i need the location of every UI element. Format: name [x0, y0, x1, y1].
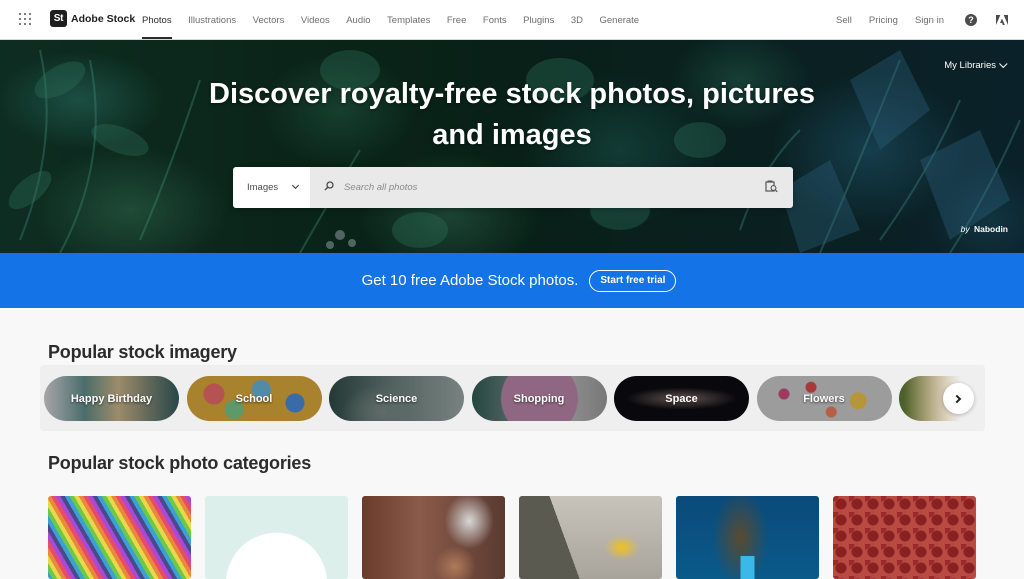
- account-links: Sell Pricing Sign in ?: [836, 0, 1008, 40]
- tab-photos[interactable]: Photos: [142, 0, 172, 40]
- top-navigation: St Adobe Stock Photos Illustrations Vect…: [0, 0, 1024, 40]
- chevron-right-icon: [952, 394, 962, 403]
- category-card-rainbow-paper[interactable]: [48, 496, 191, 579]
- logo-text: Adobe Stock: [71, 12, 136, 25]
- adobe-stock-logo[interactable]: St Adobe Stock: [50, 10, 135, 27]
- tab-audio[interactable]: Audio: [346, 0, 370, 40]
- carousel-next-button[interactable]: [943, 383, 974, 414]
- pill-space[interactable]: Space: [614, 376, 749, 421]
- pill-happy-birthday[interactable]: Happy Birthday: [44, 376, 179, 421]
- sell-link[interactable]: Sell: [836, 15, 852, 26]
- asset-type-value: Images: [247, 182, 279, 193]
- search-field: [310, 167, 793, 208]
- adobe-logo-icon[interactable]: [996, 14, 1008, 26]
- credit-author[interactable]: Nabodin: [974, 224, 1008, 234]
- popular-categories-title: Popular stock photo categories: [48, 453, 312, 473]
- promo-text: Get 10 free Adobe Stock photos.: [361, 272, 579, 289]
- free-trial-banner: Get 10 free Adobe Stock photos. Start fr…: [0, 253, 1024, 308]
- chevron-down-icon: [999, 59, 1008, 68]
- pill-label: Space: [665, 392, 698, 405]
- tab-free[interactable]: Free: [447, 0, 467, 40]
- start-free-trial-button[interactable]: Start free trial: [589, 269, 677, 292]
- pill-label: Shopping: [513, 392, 565, 405]
- sign-in-link[interactable]: Sign in: [915, 15, 944, 26]
- pill-label: Science: [375, 392, 418, 405]
- asset-type-select[interactable]: Images: [233, 167, 310, 208]
- tab-3d[interactable]: 3D: [571, 0, 583, 40]
- tab-vectors[interactable]: Vectors: [253, 0, 285, 40]
- search-icon[interactable]: [324, 181, 334, 191]
- category-card-puzzle[interactable]: [205, 496, 348, 579]
- visual-search-icon[interactable]: [765, 180, 778, 193]
- tab-generate[interactable]: Generate: [599, 0, 639, 40]
- photo-credit: by Nabodin: [961, 224, 1008, 234]
- category-card-aerial-coast[interactable]: [676, 496, 819, 579]
- popular-imagery-title: Popular stock imagery: [48, 342, 237, 362]
- my-libraries-dropdown[interactable]: My Libraries: [944, 59, 1008, 71]
- popular-imagery-carousel: Happy Birthday School Science Shopping S…: [40, 365, 985, 431]
- pill-science[interactable]: Science: [329, 376, 464, 421]
- hero-banner: My Libraries Discover royalty-free stock…: [0, 40, 1024, 253]
- tab-illustrations[interactable]: Illustrations: [188, 0, 236, 40]
- tab-videos[interactable]: Videos: [301, 0, 330, 40]
- tab-templates[interactable]: Templates: [387, 0, 430, 40]
- pill-label: Flowers: [803, 392, 845, 405]
- pill-label: School: [235, 392, 273, 405]
- stock-logo-icon: St: [50, 10, 67, 27]
- pill-shopping[interactable]: Shopping: [471, 376, 607, 421]
- help-icon[interactable]: ?: [965, 14, 977, 26]
- chevron-down-icon: [291, 181, 300, 190]
- asset-type-tabs: Photos Illustrations Vectors Videos Audi…: [142, 0, 656, 40]
- pill-label: Happy Birthday: [70, 392, 153, 405]
- search-input[interactable]: [344, 182, 744, 193]
- pill-flowers[interactable]: Flowers: [756, 376, 892, 421]
- category-card-damask[interactable]: [833, 496, 976, 579]
- credit-prefix: by: [960, 224, 970, 234]
- apps-grid-icon[interactable]: [19, 13, 31, 25]
- category-card-solar-worker[interactable]: [519, 496, 662, 579]
- search-bar: Images: [233, 167, 793, 208]
- tab-plugins[interactable]: Plugins: [523, 0, 554, 40]
- hero-title: Discover royalty-free stock photos, pict…: [209, 78, 815, 151]
- my-libraries-label: My Libraries: [944, 60, 996, 71]
- category-card-carnival[interactable]: [362, 496, 505, 579]
- pricing-link[interactable]: Pricing: [869, 15, 898, 26]
- category-grid: [48, 496, 990, 579]
- tab-fonts[interactable]: Fonts: [483, 0, 507, 40]
- pill-school[interactable]: School: [186, 376, 322, 421]
